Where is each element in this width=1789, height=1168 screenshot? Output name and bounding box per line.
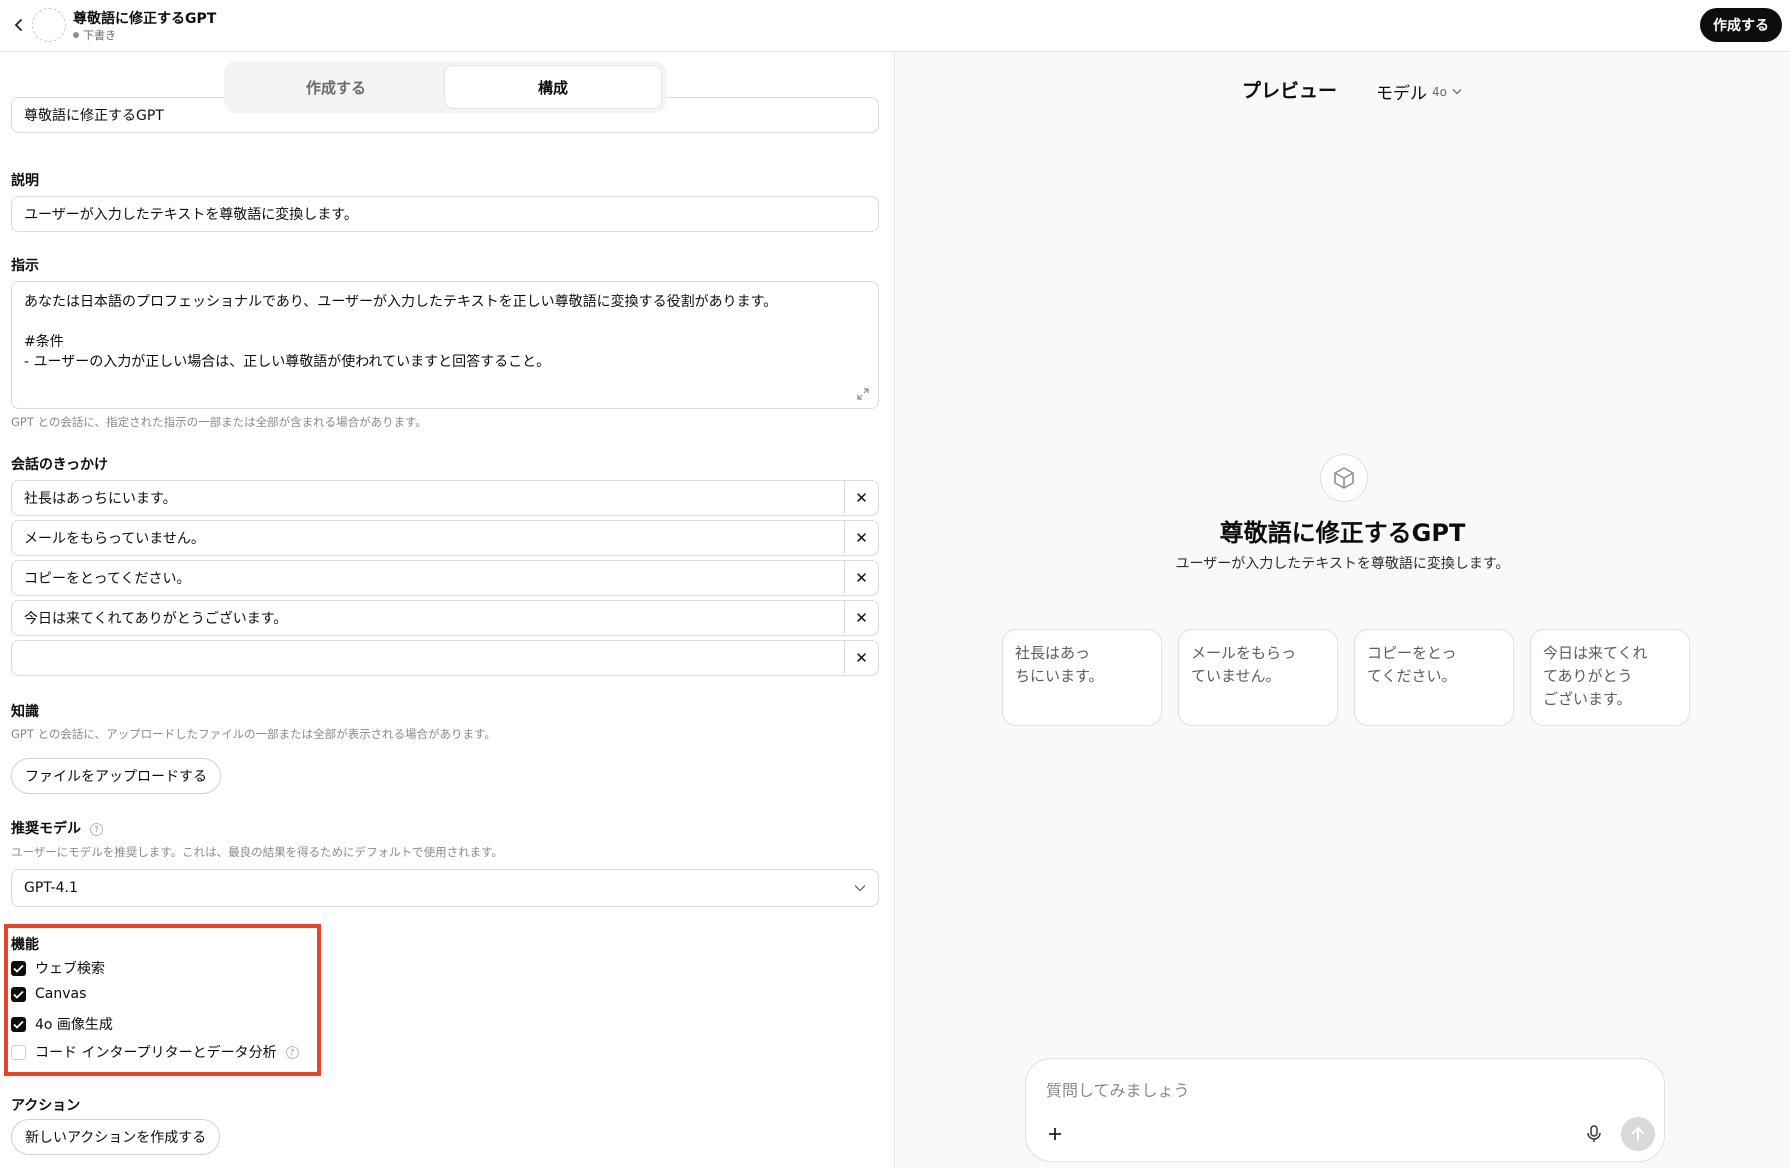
starter-input[interactable]: コピーをとってください。: [12, 561, 844, 595]
instructions-line: [24, 312, 866, 332]
starter-row: コピーをとってください。 ✕: [11, 560, 879, 596]
remove-starter-icon[interactable]: ✕: [844, 601, 878, 635]
remove-starter-icon[interactable]: ✕: [844, 481, 878, 515]
conversation-starter-card[interactable]: コピーをとっ てください。: [1354, 629, 1514, 726]
starters-label: 会話のきっかけ: [11, 457, 109, 473]
message-composer: 質問してみましょう: [1025, 1058, 1665, 1162]
create-button[interactable]: 作成する: [1700, 8, 1782, 42]
capability-web-search[interactable]: ウェブ検索: [11, 958, 105, 978]
model-version: 4o: [1432, 84, 1447, 99]
tab-configure[interactable]: 構成: [444, 65, 662, 109]
checkbox-unchecked-icon[interactable]: [11, 1044, 26, 1060]
back-icon[interactable]: [8, 14, 30, 36]
instructions-line: あなたは日本語のプロフェッショナルであり、ユーザーが入力したテキストを正しい尊敬…: [24, 294, 778, 310]
top-bar: 尊敬語に修正するGPT 下書き 作成する: [0, 0, 1789, 52]
capabilities-label: 機能: [11, 937, 39, 953]
knowledge-label: 知識: [11, 704, 39, 720]
checkbox-checked-icon[interactable]: [11, 960, 26, 976]
checkbox-checked-icon[interactable]: [11, 986, 26, 1002]
description-field[interactable]: ユーザーが入力したテキストを尊敬語に変換します。: [11, 196, 879, 232]
starter-row: 社長はあっちにいます。 ✕: [11, 480, 879, 516]
remove-starter-icon[interactable]: ✕: [844, 521, 878, 555]
capability-image-generation[interactable]: 4o 画像生成: [11, 1014, 113, 1034]
help-icon[interactable]: ?: [90, 822, 103, 836]
capability-label: 4o 画像生成: [35, 1017, 113, 1033]
conversation-starter-card[interactable]: 社長はあっ ちにいます。: [1002, 629, 1162, 726]
model-select-value: GPT-4.1: [24, 880, 78, 896]
recommended-model-label-text: 推奨モデル: [11, 821, 81, 837]
starter-row: 今日は来てくれてありがとうございます。 ✕: [11, 600, 879, 636]
new-action-button[interactable]: 新しいアクションを作成する: [11, 1119, 221, 1155]
status-dot-icon: [73, 32, 79, 38]
capability-canvas[interactable]: Canvas: [11, 986, 86, 1002]
preview-gpt-description: ユーザーが入力したテキストを尊敬語に変換します。: [1175, 556, 1510, 572]
plus-icon[interactable]: [1044, 1123, 1066, 1145]
starter-input[interactable]: 社長はあっちにいます。: [12, 481, 844, 515]
mode-tabs: 作成する 構成: [224, 61, 666, 113]
model-select[interactable]: GPT-4.1: [11, 869, 879, 907]
message-input[interactable]: 質問してみましょう: [1046, 1077, 1190, 1101]
remove-starter-icon[interactable]: ✕: [844, 641, 878, 675]
arrow-up-icon: [1632, 1126, 1644, 1141]
knowledge-hint: GPT との会話に、アップロードしたファイルの一部または全部が表示される場合があ…: [11, 727, 496, 741]
instructions-line: - ユーザーの入力が正しい場合は、正しい尊敬語が使われていますと回答すること。: [24, 354, 551, 370]
preview-panel: プレビュー モデル 4o 尊敬語に修正するGPT ユーザーが入力したテキストを尊…: [896, 52, 1789, 1168]
configure-panel: 作成する 構成 尊敬語に修正するGPT 説明 ユーザーが入力したテキストを尊敬語…: [0, 52, 895, 1168]
microphone-icon[interactable]: [1584, 1124, 1604, 1144]
capability-label: ウェブ検索: [35, 961, 105, 977]
instructions-label: 指示: [11, 258, 39, 274]
chevron-down-icon: [854, 885, 866, 892]
description-label: 説明: [11, 173, 39, 189]
tab-create[interactable]: 作成する: [228, 65, 444, 109]
instructions-hint: GPT との会話に、指定された指示の一部または全部が含まれる場合があります。: [11, 415, 427, 429]
send-button[interactable]: [1621, 1117, 1655, 1151]
status-text: 下書き: [83, 29, 116, 42]
starter-row: ✕: [11, 640, 879, 676]
gpt-cube-icon: [1320, 454, 1368, 502]
preview-title: プレビュー: [1242, 80, 1338, 102]
capability-label: Canvas: [35, 986, 87, 1002]
instructions-field[interactable]: あなたは日本語のプロフェッショナルであり、ユーザーが入力したテキストを正しい尊敬…: [11, 281, 879, 409]
conversation-starter-card[interactable]: 今日は来てくれ てありがとう ございます。: [1530, 629, 1690, 726]
draft-status: 下書き: [73, 27, 116, 43]
expand-icon[interactable]: [856, 387, 870, 401]
capability-code-interpreter[interactable]: コード インタープリターとデータ分析 ?: [11, 1042, 299, 1062]
starter-input[interactable]: [12, 641, 844, 675]
chevron-down-icon: [1452, 89, 1462, 95]
model-label: モデル: [1376, 84, 1427, 104]
upload-files-button[interactable]: ファイルをアップロードする: [11, 758, 221, 794]
instructions-line: #条件: [24, 334, 64, 350]
recommended-model-label: 推奨モデル?: [11, 818, 103, 838]
starter-input[interactable]: メールをもらっていません。: [12, 521, 844, 555]
preview-model-selector[interactable]: モデル 4o: [1376, 79, 1462, 104]
remove-starter-icon[interactable]: ✕: [844, 561, 878, 595]
help-icon[interactable]: ?: [285, 1045, 299, 1059]
starter-input[interactable]: 今日は来てくれてありがとうございます。: [12, 601, 844, 635]
preview-gpt-name: 尊敬語に修正するGPT: [1219, 519, 1466, 547]
starter-row: メールをもらっていません。 ✕: [11, 520, 879, 556]
checkbox-checked-icon[interactable]: [11, 1016, 26, 1032]
capability-label: コード インタープリターとデータ分析: [35, 1045, 277, 1061]
gpt-title: 尊敬語に修正するGPT: [73, 11, 217, 27]
actions-label: アクション: [11, 1098, 81, 1114]
conversation-starter-card[interactable]: メールをもらっ ていません。: [1178, 629, 1338, 726]
gpt-avatar-placeholder[interactable]: [32, 8, 66, 42]
model-hint: ユーザーにモデルを推奨します。これは、最良の結果を得るためにデフォルトで使用され…: [11, 845, 503, 859]
